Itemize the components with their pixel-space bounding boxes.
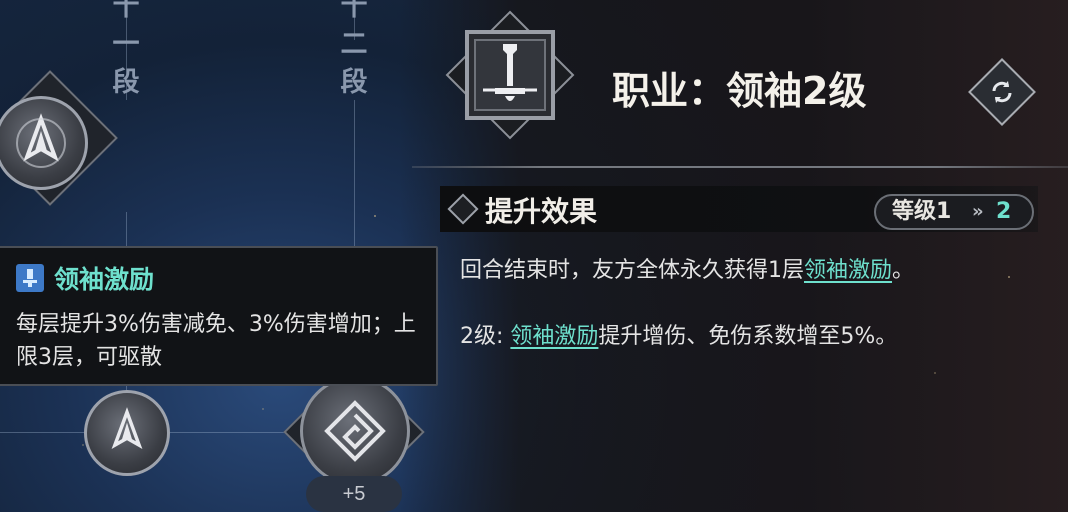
effect-text: 回合结束时，友方全体永久获得1层 [460,258,804,283]
star [262,408,264,410]
skill-node-spiral[interactable] [300,376,410,486]
leader-emblem-icon [16,113,66,168]
class-title: 职业：领袖2级 [612,69,867,113]
effect-text: 提升增伤、免伤系数增至5%。 [598,324,898,349]
star [1008,276,1010,278]
buff-tooltip: 领袖激励 每层提升3%伤害减免、3%伤害增加；上限3层，可驱散 [0,246,438,386]
keyword-link[interactable]: 领袖激励 [510,324,598,349]
divider [412,166,1068,168]
tier-label-12: 十二段 [340,0,368,98]
tree-line [354,100,355,248]
class-emblem [445,10,575,140]
spiral-diamond-icon [324,400,386,462]
tooltip-title: 领袖激励 [54,265,155,294]
section-title: 提升效果 [485,195,598,228]
skill-node-leader-2[interactable] [84,390,170,476]
plus-badge: +5 [306,476,402,512]
tooltip-description: 每层提升3%伤害减免、3%伤害增加；上限3层，可驱散 [16,312,416,370]
effect-line-1: 回合结束时，友方全体永久获得1层领袖激励。 [460,252,914,284]
double-chevron-icon: » [972,201,984,222]
effect-line-2: 2级: 领袖激励提升增伤、免伤系数增至5%。 [460,318,897,350]
effect-text: 。 [892,258,915,283]
keyword-link[interactable]: 领袖激励 [804,258,892,283]
tree-line [126,212,127,248]
star [82,444,84,446]
level-indicator: 等级1 » 2 [874,194,1034,230]
leader-emblem-icon [111,407,143,449]
tier-label-11: 十一段 [112,0,140,98]
star [374,215,376,217]
leader-inspire-icon [16,264,44,292]
level-from: 等级1 [892,199,952,224]
effect-text: 2级: [460,324,511,349]
level-to: 2 [996,199,1012,224]
star [934,372,936,374]
refresh-icon [982,72,1022,112]
